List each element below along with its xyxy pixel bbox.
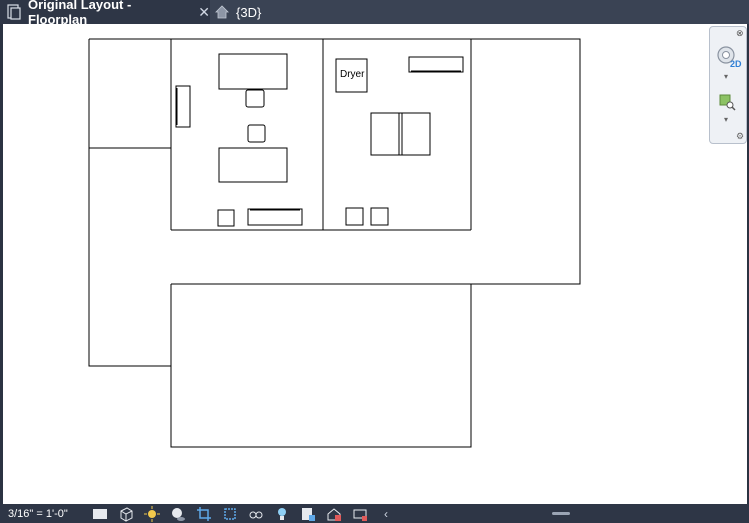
- dryer-label: Dryer: [340, 69, 365, 80]
- shadows-icon[interactable]: [168, 506, 188, 522]
- sun-path-icon[interactable]: [142, 505, 162, 522]
- house-icon: [214, 4, 230, 20]
- tab-3d[interactable]: {3D}: [212, 0, 261, 24]
- crop-view-icon[interactable]: [194, 506, 214, 522]
- badge-2d: 2D: [730, 59, 742, 69]
- counter: [247, 208, 303, 226]
- detail-level-icon[interactable]: [90, 506, 110, 522]
- shelf: [408, 56, 464, 73]
- tab-floorplan[interactable]: Original Layout - Floorplan ✕: [0, 0, 210, 27]
- tab-floorplan-label: Original Layout - Floorplan: [28, 0, 132, 27]
- bin: [370, 207, 389, 226]
- lightbulb-icon[interactable]: [272, 506, 292, 522]
- nightstand: [217, 209, 235, 227]
- floorplan-doc-icon: [6, 4, 22, 20]
- temporary-hide-icon[interactable]: [246, 506, 266, 522]
- chair: [247, 124, 266, 143]
- navigation-bar[interactable]: ⊗ 2D ▾ ▾ ⚙: [709, 26, 747, 144]
- tab-3d-label: {3D}: [236, 4, 262, 20]
- exterior-wall: [88, 38, 581, 448]
- close-icon[interactable]: ✕: [198, 4, 210, 21]
- desk: [218, 53, 288, 90]
- options-icon[interactable]: ⚙: [736, 131, 744, 142]
- desk: [218, 147, 288, 183]
- temporary-properties-icon[interactable]: [298, 506, 318, 522]
- chevron-down-icon[interactable]: ▾: [724, 115, 728, 124]
- analysis-display-icon[interactable]: [350, 506, 370, 522]
- close-icon[interactable]: ⊗: [736, 28, 744, 39]
- view-control-bar: 3/16" = 1'-0" ‹: [0, 504, 749, 523]
- bed: [370, 112, 431, 156]
- worksharing-icon[interactable]: [324, 506, 344, 522]
- cabinet: [175, 85, 191, 128]
- scroll-left-icon[interactable]: ‹: [376, 506, 396, 522]
- chevron-down-icon[interactable]: ▾: [724, 72, 728, 81]
- show-crop-icon[interactable]: [220, 506, 240, 522]
- view-scale[interactable]: 3/16" = 1'-0": [8, 508, 84, 520]
- bin: [345, 207, 364, 226]
- visual-style-cube-icon[interactable]: [116, 506, 136, 522]
- horizontal-scrollbar[interactable]: [552, 512, 570, 515]
- floorplan-drawing: [88, 38, 581, 448]
- drawing-canvas[interactable]: Dryer: [3, 24, 747, 504]
- zoom-icon[interactable]: [718, 93, 736, 116]
- tab-bar: Original Layout - Floorplan ✕ {3D}: [0, 0, 749, 27]
- chair: [245, 89, 265, 108]
